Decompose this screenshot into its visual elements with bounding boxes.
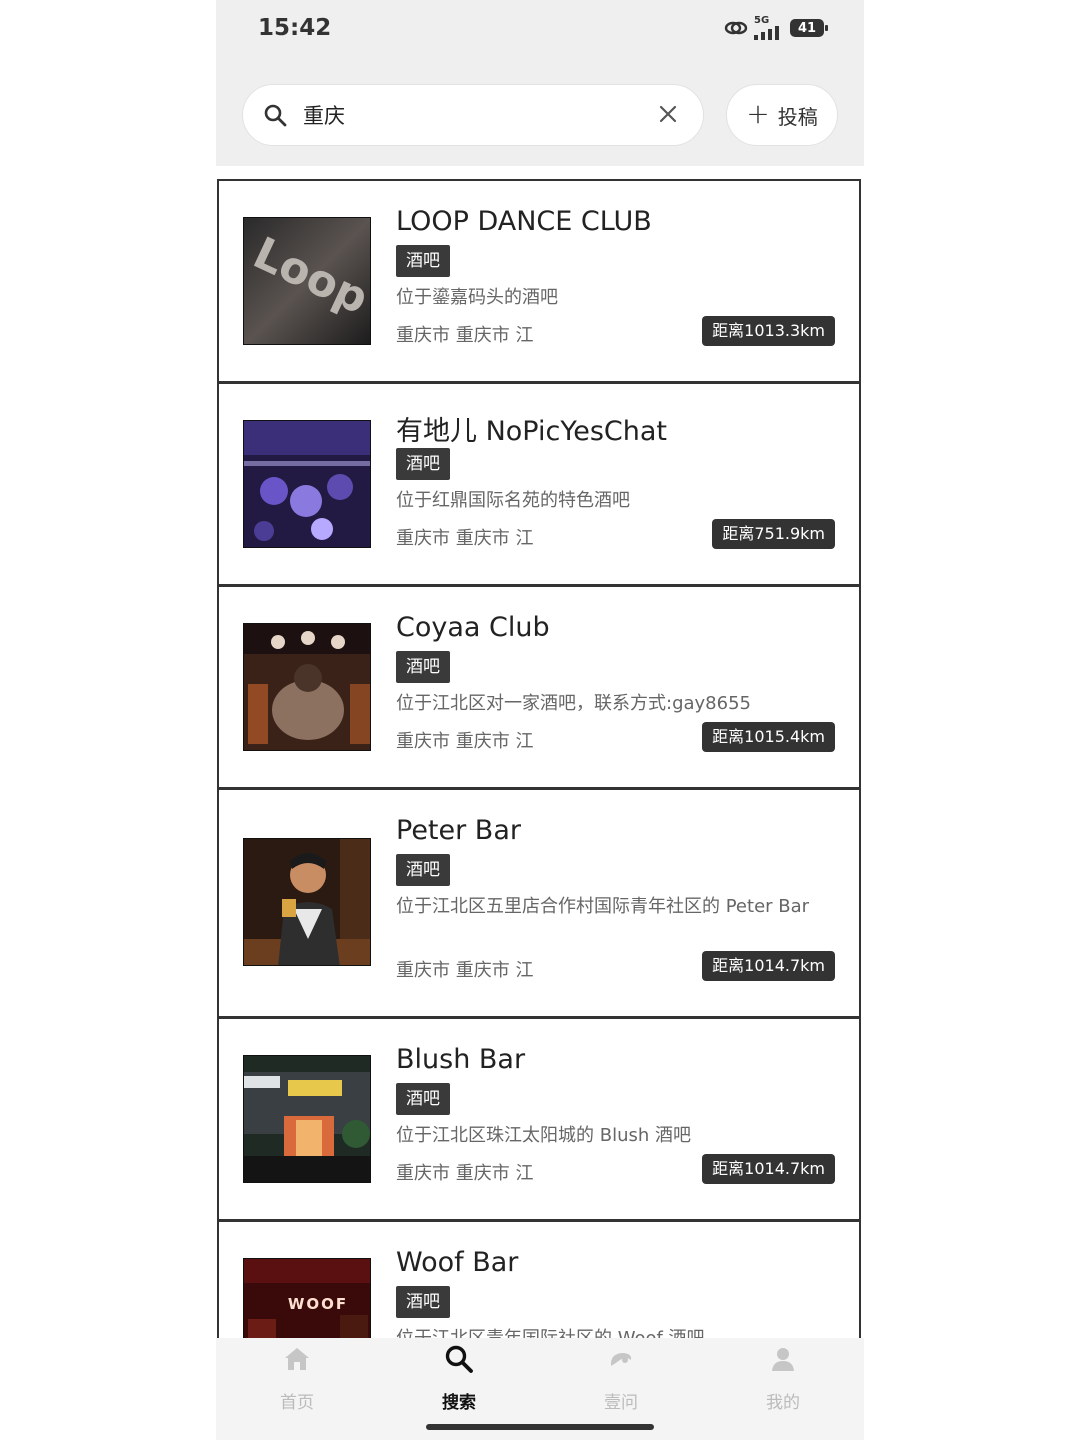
result-card[interactable]: Coyaa Club 酒吧 位于江北区对一家酒吧，联系方式:gay8655 重庆… [217,585,861,789]
venue-location: 重庆市 重庆市 江 [396,325,534,346]
result-card[interactable]: Blush Bar 酒吧 位于江北区珠江太阳城的 Blush 酒吧 重庆市 重庆… [217,1017,861,1221]
search-bar[interactable] [242,84,704,146]
result-card[interactable]: Loop LOOP DANCE CLUB 酒吧 位于鎏嘉码头的酒吧 重庆市 重庆… [217,179,861,383]
venue-description: 位于鎏嘉码头的酒吧 [396,287,558,308]
venue-tag: 酒吧 [396,651,450,683]
plus-icon: + [746,96,770,130]
venue-name: 有地儿 NoPicYesChat [396,416,668,447]
tab-me-label: 我的 [766,1393,800,1413]
post-button-label: 投稿 [777,104,818,129]
network-indicator: 5G [754,16,784,40]
result-card[interactable]: 有地儿 NoPicYesChat 酒吧 位于红鼎国际名苑的特色酒吧 重庆市 重庆… [217,382,861,586]
venue-name: Coyaa Club [396,612,550,643]
tab-home[interactable]: 首页 [216,1338,378,1440]
venue-description: 位于红鼎国际名苑的特色酒吧 [396,490,630,511]
venue-name: Blush Bar [396,1044,526,1075]
venue-thumbnail: Loop [243,217,371,345]
result-card[interactable]: WOOF Woof Bar 酒吧 位于江北区青年国际社区的 Woof 酒吧 [217,1220,861,1338]
result-card[interactable]: Peter Bar 酒吧 位于江北区五里店合作村国际青年社区的 Peter Ba… [217,788,861,1018]
venue-thumbnail [243,623,371,751]
venue-location: 重庆市 重庆市 江 [396,1163,534,1184]
network-label: 5G [754,15,770,26]
venue-location: 重庆市 重庆市 江 [396,528,534,549]
battery-icon: 41 [790,19,828,37]
header-area: 15:42 5G 41 重庆 + 投稿 [216,0,864,166]
search-input[interactable] [303,103,633,127]
clear-icon[interactable] [657,103,679,125]
tab-search-label: 搜索 [442,1393,476,1413]
search-icon [264,104,287,127]
svg-text:WOOF: WOOF [288,1295,348,1313]
chat-icon [610,1353,632,1366]
phone-screen: 15:42 5G 41 重庆 + 投稿 Loop LOOP DANCE CLUB… [216,0,864,1440]
venue-tag: 酒吧 [396,448,450,480]
venue-description: 位于江北区五里店合作村国际青年社区的 Peter Bar [396,896,810,917]
results-list[interactable]: Loop LOOP DANCE CLUB 酒吧 位于鎏嘉码头的酒吧 重庆市 重庆… [216,179,864,1338]
venue-thumbnail [243,838,371,966]
venue-tag: 酒吧 [396,1286,450,1318]
distance-badge: 距离1015.4km [702,722,835,752]
distance-badge: 距离1014.7km [702,1154,835,1184]
venue-tag: 酒吧 [396,1083,450,1115]
venue-description: 位于江北区珠江太阳城的 Blush 酒吧 [396,1125,691,1146]
distance-badge: 距离751.9km [712,519,835,549]
venue-location: 重庆市 重庆市 江 [396,731,534,752]
distance-badge: 距离1013.3km [702,316,835,346]
tab-me[interactable]: 我的 [702,1338,864,1440]
venue-thumbnail: WOOF [243,1258,371,1338]
distance-badge: 距离1014.7km [702,951,835,981]
venue-thumbnail [243,420,371,548]
tab-home-label: 首页 [280,1393,314,1413]
venue-tag: 酒吧 [396,854,450,886]
status-icons: 5G 41 [724,16,828,40]
link-icon [724,21,748,35]
venue-name: Peter Bar [396,815,521,846]
home-indicator [426,1424,654,1430]
search-icon [445,1345,473,1373]
venue-location: 重庆市 重庆市 江 [396,960,534,981]
signal-icon [754,26,779,40]
venue-name: Woof Bar [396,1247,519,1278]
venue-thumbnail [243,1055,371,1183]
venue-tag: 酒吧 [396,245,450,277]
tab-ask-label: 壹问 [604,1393,638,1413]
user-icon [772,1348,794,1371]
venue-name: LOOP DANCE CLUB [396,206,652,237]
venue-description: 位于江北区对一家酒吧，联系方式:gay8655 [396,693,751,714]
home-icon [285,1348,309,1370]
post-button[interactable]: + 投稿 [726,84,838,146]
venue-description: 位于江北区青年国际社区的 Woof 酒吧 [396,1326,826,1338]
status-time: 15:42 [258,15,332,41]
